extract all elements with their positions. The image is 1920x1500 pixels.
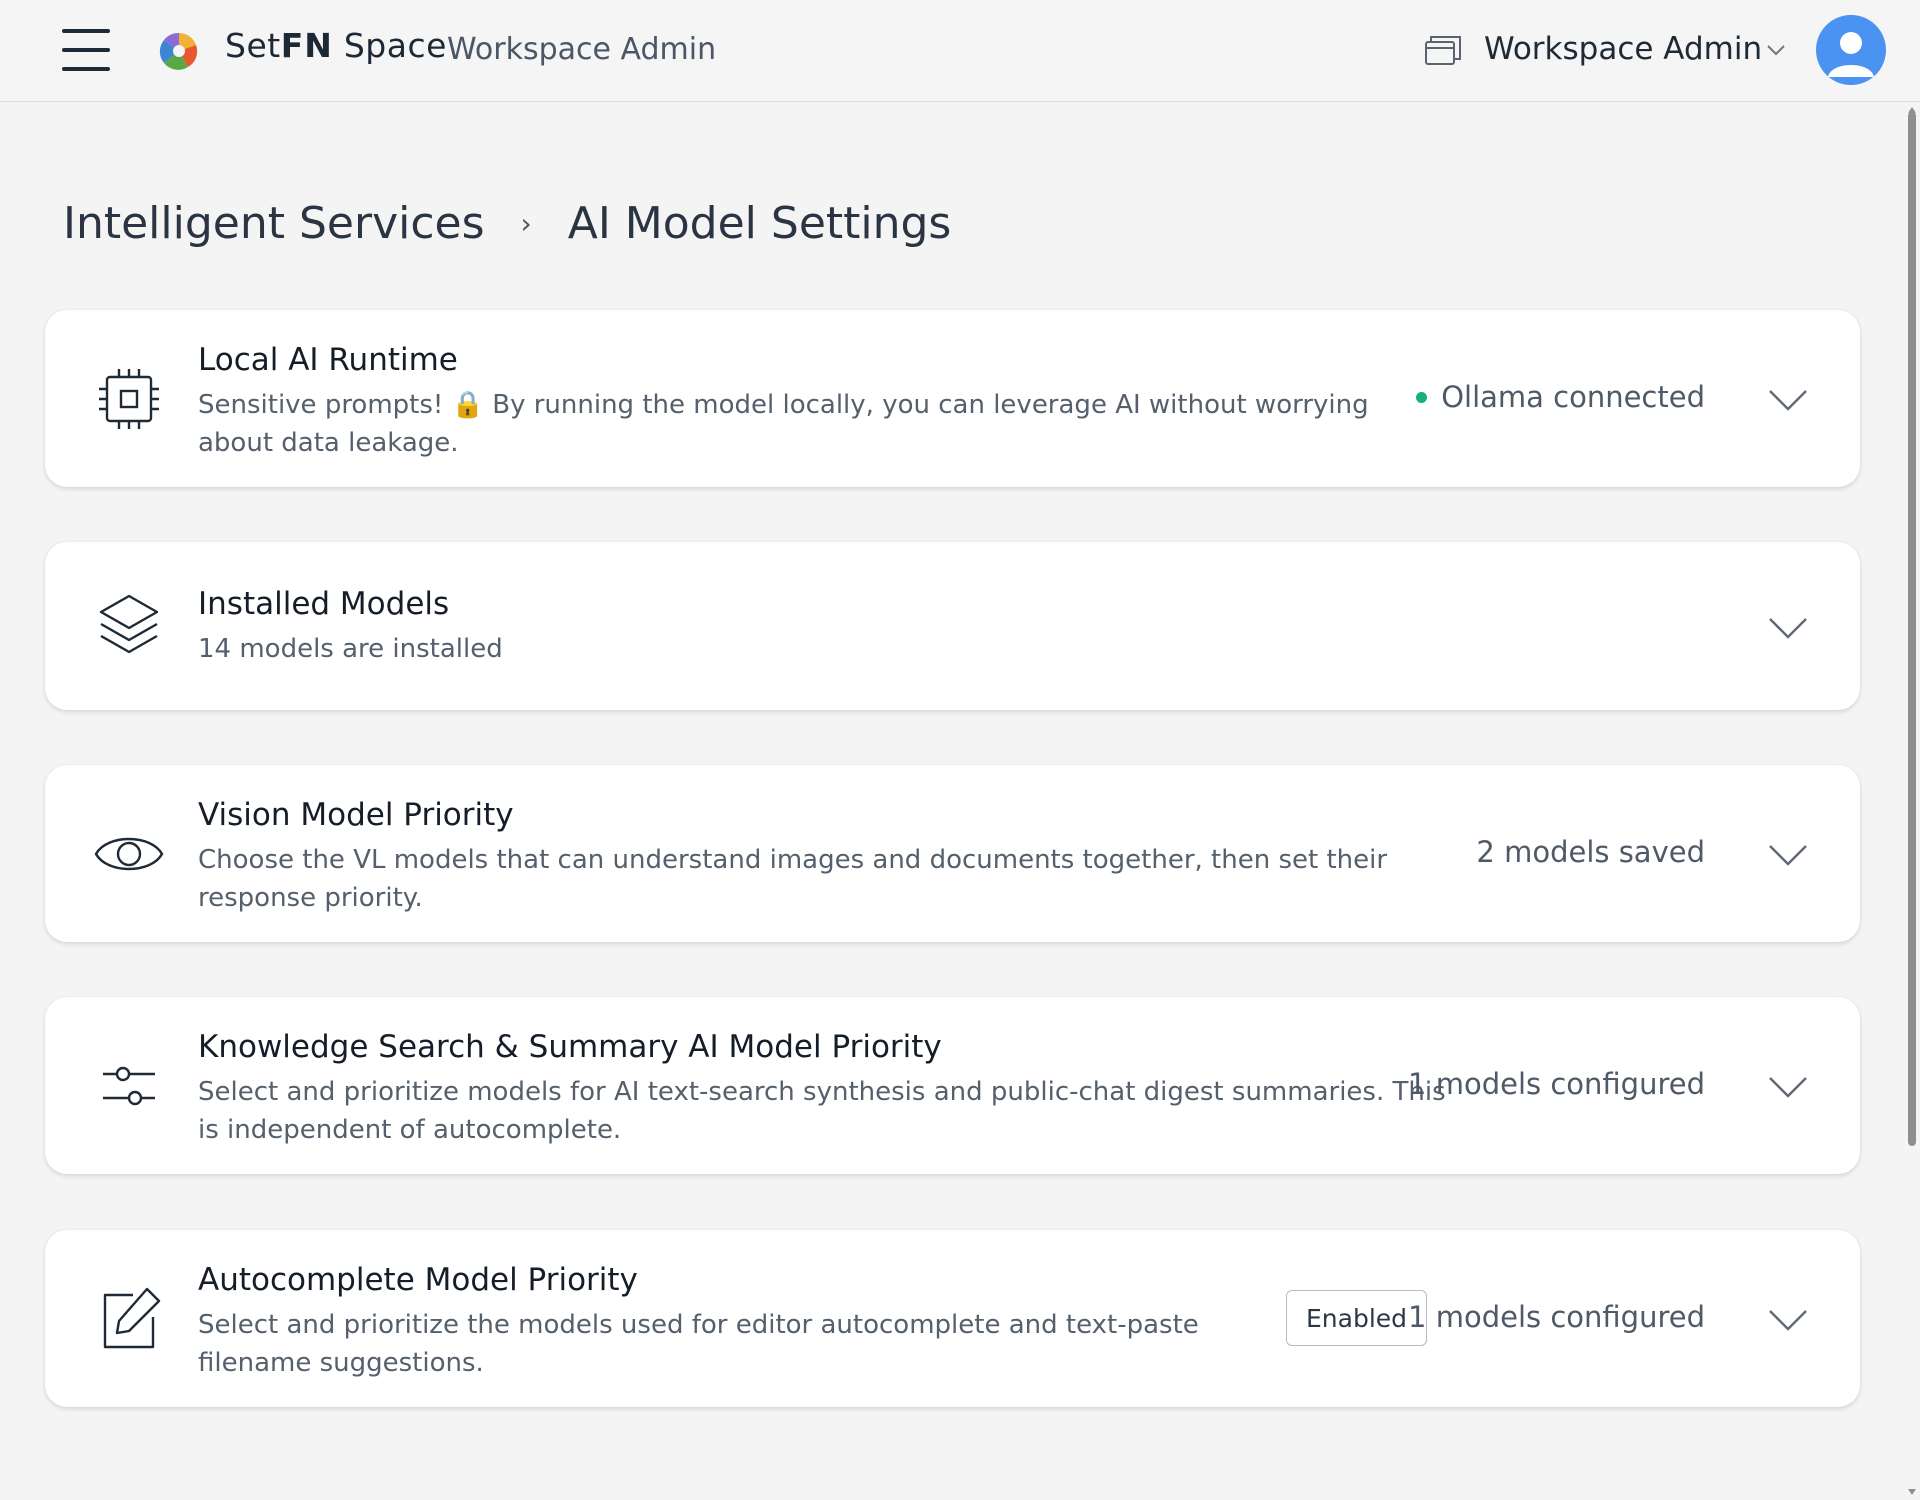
chevron-down-icon[interactable] <box>1768 1075 1808 1099</box>
chevron-down-icon[interactable] <box>1768 388 1808 412</box>
eye-icon <box>94 837 164 871</box>
page-title: AI Model Settings <box>567 198 952 249</box>
layers-icon <box>99 594 159 654</box>
avatar[interactable] <box>1816 15 1886 85</box>
status-text: 2 models saved <box>1476 835 1705 869</box>
user-icon <box>1828 32 1874 77</box>
status-dot <box>1416 391 1428 403</box>
status-text: 1 models configured <box>1408 1300 1705 1334</box>
scroll-down-icon[interactable] <box>1907 1488 1917 1496</box>
brand-prefix: Set <box>225 26 281 65</box>
card-description: Sensitive prompts! 🔒 By running the mode… <box>198 390 1369 458</box>
card-title: Installed Models <box>198 586 450 622</box>
breadcrumb-parent[interactable]: Intelligent Services <box>63 198 485 249</box>
card-title: Local AI Runtime <box>198 342 458 378</box>
card-title: Knowledge Search & Summary AI Model Prio… <box>198 1029 942 1065</box>
brand-suffix: Space <box>332 26 447 65</box>
card-local-ai-runtime[interactable]: Local AI Runtime Sensitive prompts! 🔒 By… <box>45 310 1860 487</box>
status-badge[interactable]: Enabled <box>1286 1290 1428 1346</box>
chevron-down-icon[interactable] <box>1768 1308 1808 1332</box>
brand-name[interactable]: SetFN Space <box>225 26 447 65</box>
cpu-chip-icon <box>99 369 159 429</box>
card-title: Vision Model Priority <box>198 797 514 833</box>
logo-icon <box>159 32 198 70</box>
card-description: Select and prioritize models for AI text… <box>198 1077 1446 1145</box>
card-knowledge-search-priority[interactable]: Knowledge Search & Summary AI Model Prio… <box>45 997 1860 1174</box>
card-title: Autocomplete Model Priority <box>198 1262 638 1298</box>
edit-icon <box>103 1287 161 1349</box>
menu-icon[interactable] <box>62 29 110 71</box>
card-description: Choose the VL models that can understand… <box>198 845 1388 913</box>
sliders-icon <box>103 1066 155 1106</box>
chevron-down-icon[interactable] <box>1768 616 1808 640</box>
app-subtitle: Workspace Admin <box>447 32 717 67</box>
breadcrumb: Intelligent Services › AI Model Settings <box>63 198 951 249</box>
status-label: Ollama connected <box>1441 380 1705 414</box>
scrollbar-thumb[interactable] <box>1908 112 1916 1146</box>
card-vision-model-priority[interactable]: Vision Model Priority Choose the VL mode… <box>45 765 1860 942</box>
chevron-down-icon[interactable] <box>1764 40 1788 60</box>
top-bar: SetFN Space Workspace Admin Workspace Ad… <box>0 0 1920 102</box>
card-description: 14 models are installed <box>198 634 503 664</box>
card-installed-models[interactable]: Installed Models 14 models are installed <box>45 542 1860 710</box>
card-description: Select and prioritize the models used fo… <box>198 1310 1199 1378</box>
workspace-switch-icon[interactable] <box>1424 34 1462 66</box>
breadcrumb-separator: › <box>520 207 532 240</box>
chevron-down-icon[interactable] <box>1768 843 1808 867</box>
card-autocomplete-priority[interactable]: Autocomplete Model Priority Select and p… <box>45 1230 1860 1407</box>
workspace-switcher[interactable]: Workspace Admin <box>1484 31 1762 67</box>
brand-bold: FN <box>280 26 333 65</box>
status-text: 1 models configured <box>1408 1067 1705 1101</box>
status-text: Ollama connected <box>1416 380 1705 414</box>
